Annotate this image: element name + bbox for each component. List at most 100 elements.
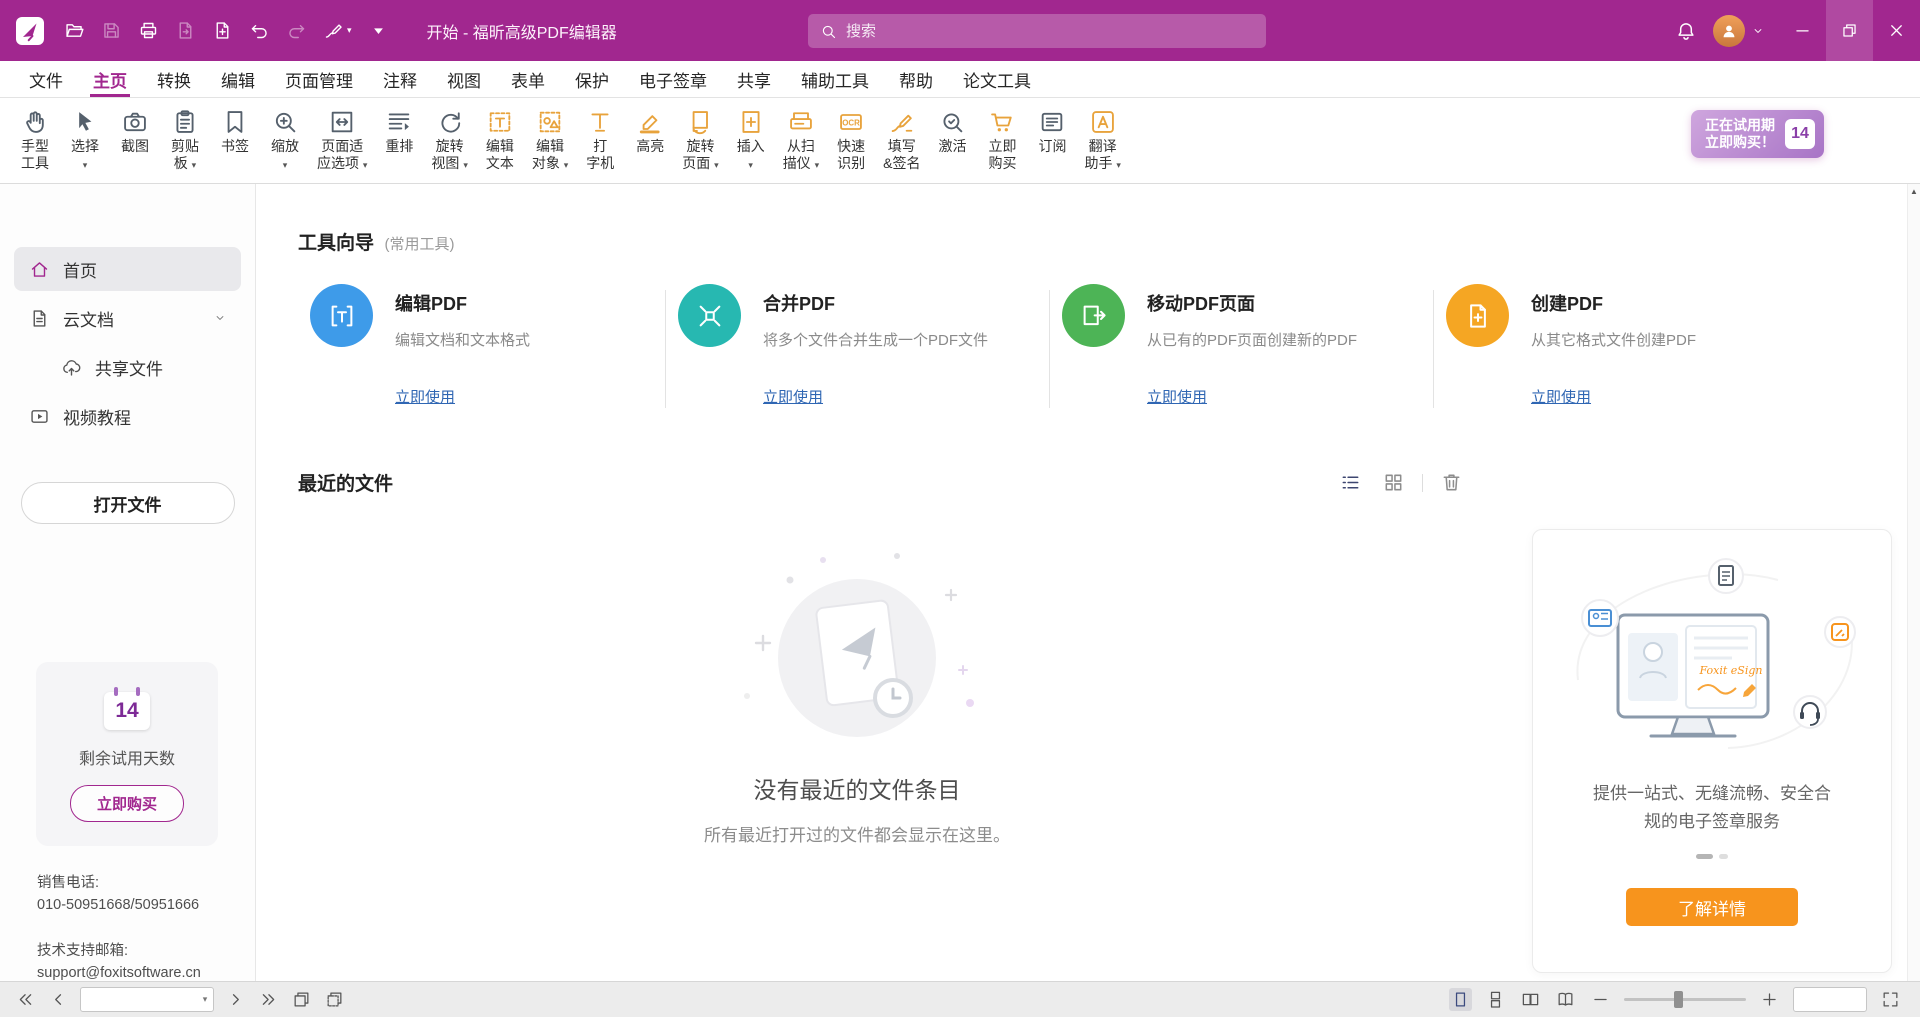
sidebar-item-video-tutorials[interactable]: 视频教程 [14, 394, 241, 438]
menu-convert[interactable]: 转换 [142, 61, 206, 97]
zoom-input[interactable] [1793, 987, 1867, 1012]
ribbon-reflow-button[interactable]: 重排 [376, 105, 422, 157]
print-button[interactable] [138, 20, 159, 41]
buy-now-button[interactable]: 立即购买 [70, 785, 184, 822]
menu-help[interactable]: 帮助 [884, 61, 948, 97]
ribbon-edit-text-button[interactable]: 编辑文本 [477, 105, 523, 174]
tool-card-title: 合并PDF [763, 290, 988, 316]
foxit-logo-icon[interactable] [12, 13, 48, 49]
next-page-button[interactable] [224, 988, 247, 1011]
minimize-button[interactable] [1779, 0, 1826, 61]
first-page-button[interactable] [14, 988, 37, 1011]
ribbon-select-button[interactable]: 选择▾ [62, 105, 108, 176]
sidebar-item-home[interactable]: 首页 [14, 247, 241, 291]
cursor-icon [70, 107, 100, 137]
sidebar-item-shared-files[interactable]: 共享文件 [46, 345, 241, 389]
open-file-button[interactable]: 打开文件 [21, 482, 235, 524]
ribbon-fill-sign-button[interactable]: 填写&签名 [878, 105, 925, 174]
list-view-button[interactable] [1336, 468, 1365, 497]
customize-toolbar-button[interactable] [368, 20, 389, 41]
ribbon-zoom-button[interactable]: 缩放▾ [262, 105, 308, 176]
use-now-link-create-pdf[interactable]: 立即使用 [1531, 386, 1591, 407]
trial-days-badge: 14 [104, 692, 150, 730]
clipboard-snapshot-button[interactable] [323, 988, 346, 1011]
carousel-dot-2[interactable] [1719, 854, 1728, 859]
continuous-view-button[interactable] [1484, 988, 1507, 1011]
close-button[interactable] [1873, 0, 1920, 61]
menu-protect[interactable]: 保护 [560, 61, 624, 97]
learn-more-button[interactable]: 了解详情 [1626, 888, 1798, 926]
fullscreen-button[interactable] [1879, 988, 1902, 1011]
book-view-button[interactable] [1554, 988, 1577, 1011]
trial-badge[interactable]: 正在试用期 立即购买！ 14 [1691, 110, 1824, 158]
open-file-button[interactable] [64, 20, 85, 41]
search-input[interactable] [846, 23, 1254, 40]
zoom-in-button[interactable] [1758, 988, 1781, 1011]
ribbon-translate-assistant-button[interactable]: 翻译助手 ▾ [1079, 105, 1125, 176]
avatar[interactable] [1713, 15, 1745, 47]
sidebar-item-cloud-docs[interactable]: 云文档 [14, 296, 241, 340]
page-dropdown-icon[interactable]: ▾ [197, 994, 213, 1005]
export-pdf-button[interactable] [175, 20, 196, 41]
menu-organize[interactable]: 页面管理 [270, 61, 368, 97]
ribbon-bookmark-button[interactable]: 书签 [212, 105, 258, 157]
zoom-slider-thumb[interactable] [1674, 991, 1683, 1008]
ribbon-buy-now-button[interactable]: 立即购买 [979, 105, 1025, 174]
menu-file[interactable]: 文件 [14, 61, 78, 97]
menu-view[interactable]: 视图 [432, 61, 496, 97]
ribbon-highlight-button[interactable]: 高亮 [627, 105, 673, 157]
ribbon-subscribe-button[interactable]: 订阅 [1029, 105, 1075, 157]
quick-sign-button[interactable]: ▾ [323, 20, 352, 41]
save-button[interactable] [101, 20, 122, 41]
expand-caret-icon[interactable] [213, 311, 227, 325]
ribbon-from-scanner-button[interactable]: 从扫描仪 ▾ [778, 105, 824, 176]
delete-recent-button[interactable] [1437, 468, 1466, 497]
last-page-button[interactable] [257, 988, 280, 1011]
menu-comment[interactable]: 注释 [368, 61, 432, 97]
page-input[interactable] [81, 992, 197, 1007]
menu-paper-tools[interactable]: 论文工具 [948, 61, 1046, 97]
create-pdf-button[interactable] [212, 20, 233, 41]
ribbon-hand-tool-label: 手型工具 [21, 138, 49, 172]
ribbon-activate-button[interactable]: 激活 [929, 105, 975, 157]
ribbon-hand-tool-button[interactable]: 手型工具 [12, 105, 58, 174]
snapshot-button[interactable] [290, 988, 313, 1011]
search-box[interactable] [808, 14, 1266, 48]
ribbon-typewriter-button[interactable]: 打字机 [577, 105, 623, 174]
account-menu-button[interactable] [1751, 24, 1765, 38]
facing-view-button[interactable] [1519, 988, 1542, 1011]
dropdown-caret-icon: ▾ [83, 160, 88, 170]
menu-share[interactable]: 共享 [722, 61, 786, 97]
single-page-view-button[interactable] [1449, 988, 1472, 1011]
ribbon-clipboard-button[interactable]: 剪贴板 ▾ [162, 105, 208, 176]
menu-home[interactable]: 主页 [78, 61, 142, 97]
dropdown-caret-icon: ▾ [564, 160, 569, 170]
ribbon-snapshot-button[interactable]: 截图 [112, 105, 158, 157]
ribbon-insert-button[interactable]: 插入▾ [728, 105, 774, 176]
prev-page-button[interactable] [47, 988, 70, 1011]
maximize-button[interactable] [1826, 0, 1873, 61]
carousel-dot-1[interactable] [1696, 854, 1713, 859]
ribbon-fit-page-options-button[interactable]: 页面适应选项 ▾ [312, 105, 372, 176]
ribbon-rotate-pages-button[interactable]: 旋转页面 ▾ [677, 105, 723, 176]
use-now-link-edit-pdf[interactable]: 立即使用 [395, 386, 455, 407]
page-selector[interactable]: ▾ [80, 987, 214, 1012]
use-now-link-merge-pdf[interactable]: 立即使用 [763, 386, 823, 407]
ribbon-edit-object-button[interactable]: 编辑对象 ▾ [527, 105, 573, 176]
redo-button[interactable] [286, 20, 307, 41]
menu-accessibility[interactable]: 辅助工具 [786, 61, 884, 97]
grid-view-button[interactable] [1379, 468, 1408, 497]
zoom-out-button[interactable] [1589, 988, 1612, 1011]
menu-edit[interactable]: 编辑 [206, 61, 270, 97]
ribbon-quick-ocr-button[interactable]: OCR快速识别 [828, 105, 874, 174]
ribbon-rotate-view-button[interactable]: 旋转视图 ▾ [426, 105, 472, 176]
undo-button[interactable] [249, 20, 270, 41]
zoom-slider[interactable] [1624, 998, 1746, 1001]
use-now-link-move-pdf-pages[interactable]: 立即使用 [1147, 386, 1207, 407]
tool-card-text: 合并PDF将多个文件合并生成一个PDF文件 [763, 284, 988, 350]
scroll-up-icon[interactable]: ▲ [1908, 184, 1920, 199]
content-scrollbar[interactable]: ▲ [1907, 184, 1920, 981]
notifications-button[interactable] [1675, 20, 1697, 42]
menu-form[interactable]: 表单 [496, 61, 560, 97]
menu-esign[interactable]: 电子签章 [624, 61, 722, 97]
